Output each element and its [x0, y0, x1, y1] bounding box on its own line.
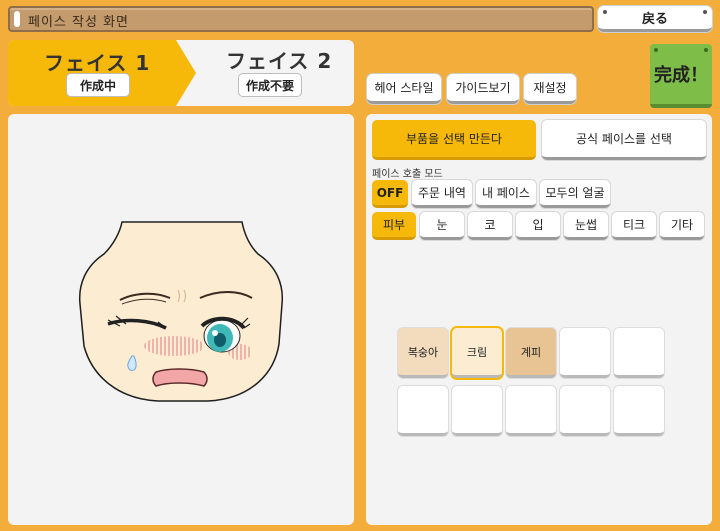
skin-swatch[interactable] — [614, 386, 664, 436]
official-face-button[interactable]: 공식 페이스를 선택 — [542, 120, 706, 160]
make-parts-button[interactable]: 부품을 선택 만든다 — [372, 120, 536, 160]
category-tab[interactable]: 입 — [516, 212, 560, 240]
done-button[interactable]: 完成！ — [650, 44, 712, 108]
corner-dot-icon — [654, 48, 658, 52]
category-tab[interactable]: 티크 — [612, 212, 656, 240]
skin-swatch[interactable]: 계피 — [506, 328, 556, 378]
skin-swatch[interactable] — [452, 386, 502, 436]
title-bar: 페이스 작성 화면 — [8, 6, 594, 32]
category-tab[interactable]: 피부 — [372, 212, 416, 240]
done-button-label: 完成！ — [654, 65, 708, 86]
reset-button[interactable]: 재설정 — [524, 74, 576, 104]
blush-left — [144, 336, 204, 356]
face-preview-panel — [8, 114, 354, 525]
parts-panel: 부품을 선택 만든다 공식 페이스를 선택 페이스 호출 모드 OFF 주문 내… — [366, 114, 712, 525]
tab-face-2-status: 作成不要 — [238, 73, 302, 97]
corner-dot-icon — [603, 10, 607, 14]
back-button[interactable]: 戻る — [598, 6, 712, 32]
category-tab[interactable]: 기타 — [660, 212, 704, 240]
category-tab[interactable]: 코 — [468, 212, 512, 240]
call-mode-order-history[interactable]: 주문 내역 — [412, 180, 472, 208]
corner-dot-icon — [703, 10, 707, 14]
category-tab[interactable]: 눈 — [420, 212, 464, 240]
skin-swatch[interactable] — [614, 328, 664, 378]
tab-face-2-title: フェイス 2 — [226, 49, 333, 73]
hair-style-button[interactable]: 헤어 스타일 — [367, 74, 441, 104]
title-bar-notch — [14, 11, 20, 27]
call-mode-my-face[interactable]: 내 페이스 — [476, 180, 536, 208]
skin-swatch[interactable] — [398, 386, 448, 436]
tab-face-1-title: フェイス 1 — [44, 51, 151, 75]
face-preview — [78, 221, 284, 402]
skin-swatch[interactable] — [560, 386, 610, 436]
call-mode-off[interactable]: OFF — [372, 180, 408, 208]
eye-right-highlight — [212, 330, 218, 336]
call-mode-label: 페이스 호출 모드 — [372, 169, 443, 180]
face-tabs: フェイス 1 作成中 フェイス 2 作成不要 — [8, 40, 354, 106]
skin-swatch[interactable]: 크림 — [452, 328, 502, 378]
guide-view-button[interactable]: 가이드보기 — [447, 74, 519, 104]
call-mode-everyones-face[interactable]: 모두의 얼굴 — [540, 180, 610, 208]
tab-face-1[interactable]: フェイス 1 作成中 — [8, 40, 198, 106]
tab-face-2[interactable]: フェイス 2 作成不要 — [200, 40, 354, 106]
category-tab[interactable]: 눈썹 — [564, 212, 608, 240]
skin-swatch[interactable] — [506, 386, 556, 436]
skin-swatch[interactable] — [560, 328, 610, 378]
back-button-label: 戻る — [641, 12, 668, 27]
mouth — [152, 368, 208, 387]
corner-dot-icon — [704, 48, 708, 52]
page-title: 페이스 작성 화면 — [28, 15, 129, 30]
tab-face-1-status: 作成中 — [66, 73, 130, 97]
skin-swatch[interactable]: 복숭아 — [398, 328, 448, 378]
